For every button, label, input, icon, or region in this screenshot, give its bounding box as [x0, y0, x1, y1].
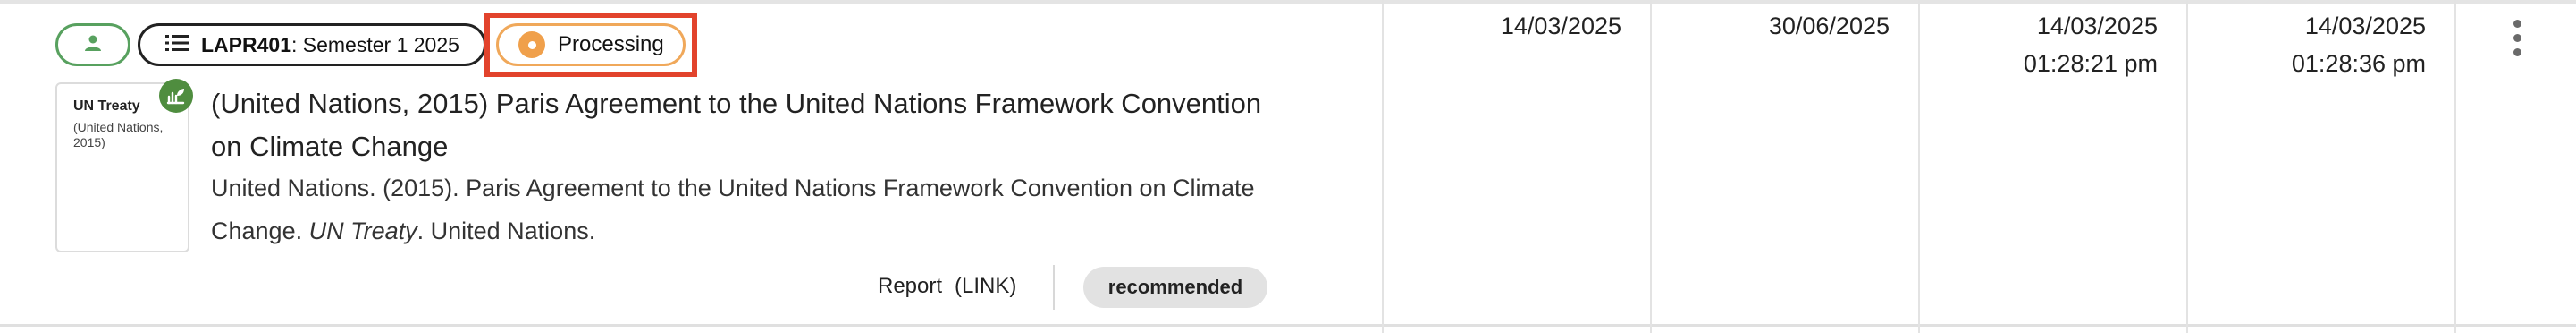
date-cell-1: 14/03/2025: [1382, 7, 1621, 45]
top-divider: [0, 0, 2576, 4]
status-chip[interactable]: Processing: [496, 23, 686, 66]
datetime-cell-3: 14/03/2025 01:28:21 pm: [1918, 7, 2158, 82]
item-title[interactable]: (United Nations, 2015) Paris Agreement t…: [211, 82, 1284, 168]
column-divider: [1650, 0, 1652, 333]
person-icon: [82, 32, 104, 58]
thumbnail-subtitle: (United Nations, 2015): [73, 120, 164, 149]
citation-publisher: . United Nations.: [417, 218, 596, 244]
column-divider: [1382, 0, 1384, 333]
date-value: 14/03/2025: [1500, 13, 1621, 39]
leaf-hand-icon: [159, 79, 193, 113]
action-separator: [1053, 265, 1055, 310]
processing-icon: [518, 31, 545, 58]
course-chip[interactable]: LAPR401: Semester 1 2025: [138, 23, 486, 66]
report-link-text[interactable]: (LINK): [955, 274, 1016, 298]
item-citation: United Nations. (2015). Paris Agreement …: [211, 166, 1284, 252]
report-label: Report: [878, 274, 943, 298]
datetime-cell-4: 14/03/2025 01:28:36 pm: [2186, 7, 2426, 82]
date-value: 30/06/2025: [1768, 13, 1890, 39]
citation-source: UN Treaty: [308, 218, 417, 244]
status-label: Processing: [558, 32, 664, 56]
date-cell-2: 30/06/2025: [1650, 7, 1890, 45]
time-value: 01:28:21 pm: [2023, 50, 2158, 77]
column-divider: [2454, 0, 2456, 333]
user-chip[interactable]: [55, 23, 130, 66]
course-label: LAPR401: Semester 1 2025: [201, 33, 459, 57]
date-value: 14/03/2025: [2036, 13, 2158, 39]
thumbnail-title: UN Treaty: [73, 98, 140, 114]
time-value: 01:28:36 pm: [2291, 50, 2426, 77]
date-value: 14/03/2025: [2304, 13, 2426, 39]
recommended-tag: recommended: [1083, 267, 1267, 308]
course-semester: : Semester 1 2025: [290, 32, 459, 56]
course-code: LAPR401: [201, 32, 291, 56]
bottom-divider: [0, 324, 2576, 327]
more-vertical-icon[interactable]: [2508, 20, 2526, 73]
list-icon: [165, 33, 189, 57]
report-link[interactable]: Report (LINK): [878, 274, 1016, 299]
